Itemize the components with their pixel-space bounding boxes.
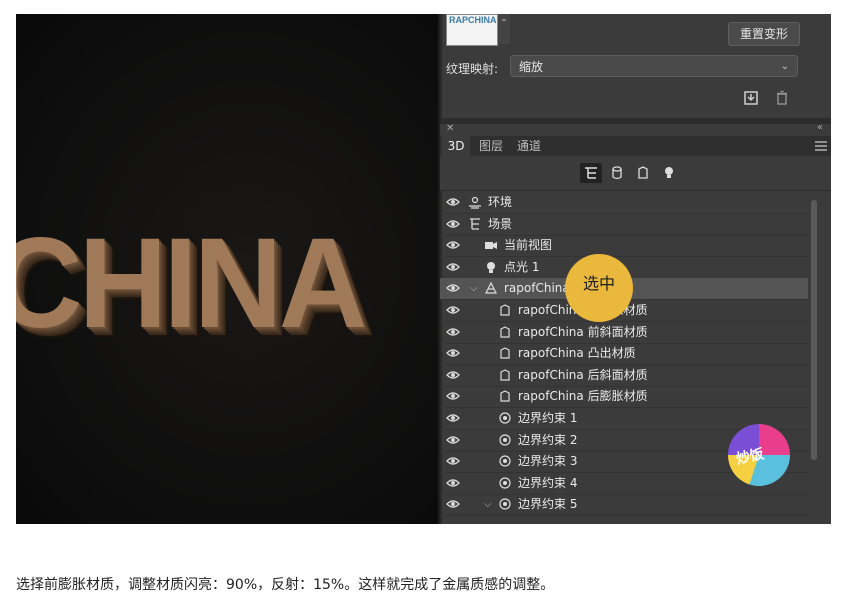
scrollbar[interactable] — [810, 200, 818, 460]
camera-icon — [485, 242, 497, 250]
scrollbar-thumb[interactable] — [811, 200, 817, 460]
visibility-eye-icon[interactable] — [446, 304, 460, 316]
material-icon — [500, 369, 510, 381]
visibility-eye-icon[interactable] — [446, 369, 460, 381]
scene-icon — [470, 217, 480, 230]
tree-row-label: 场景 — [488, 216, 513, 231]
tree-row-label: rapofChina 后斜面材质 — [518, 367, 648, 382]
tree-row-label: 边界约束 2 — [518, 432, 578, 447]
filter-whole-scene-button[interactable] — [580, 163, 602, 183]
light-bulb-icon — [487, 261, 495, 273]
visibility-eye-icon[interactable] — [446, 326, 460, 338]
tree-row[interactable]: rapofChina 前斜面材质 — [440, 322, 808, 344]
screenshot: CHINA RAPCHINA ⌄ 重置变形 纹理映射: 缩放 ⌄ ✕ « 3D … — [16, 14, 831, 524]
mesh-filter-icon — [612, 166, 622, 180]
expand-chevron-icon[interactable]: ⌵ — [470, 278, 478, 299]
tab-layers[interactable]: 图层 — [474, 136, 508, 156]
tree-row-label: 边界约束 1 — [518, 411, 578, 425]
visibility-eye-icon[interactable] — [446, 282, 460, 294]
material-icon — [500, 390, 510, 402]
tree-row-label: 边界约束 4 — [518, 475, 578, 490]
material-icon — [500, 347, 510, 359]
tree-row[interactable]: 环境 — [440, 192, 808, 214]
visibility-eye-icon[interactable] — [446, 347, 460, 359]
visibility-eye-icon[interactable] — [446, 390, 460, 402]
texture-thumbnail-text: RAPCHINA — [449, 15, 497, 25]
environment-icon — [469, 196, 481, 209]
light-filter-icon — [665, 167, 673, 178]
material-icon — [500, 325, 510, 338]
texture-mapping-select[interactable]: 缩放 ⌄ — [510, 55, 798, 77]
mesh-icon — [485, 282, 497, 294]
tree-row-label: rapofChina 后膨胀材质 — [518, 389, 648, 404]
constraint-icon — [499, 477, 511, 489]
visibility-eye-icon[interactable] — [446, 261, 460, 273]
expand-chevron-icon[interactable]: ⌵ — [484, 494, 492, 515]
visibility-eye-icon[interactable] — [446, 196, 460, 208]
tree-row[interactable]: 当前视图 — [440, 235, 808, 258]
tab-3d[interactable]: 3D — [442, 136, 470, 156]
material-icon — [500, 304, 510, 316]
filter-materials-button[interactable] — [632, 163, 654, 183]
tree-row-label: 边界约束 5 — [518, 497, 578, 512]
tab-channels[interactable]: 通道 — [512, 136, 546, 156]
texture-thumbnail[interactable]: RAPCHINA — [446, 14, 498, 46]
tree-row[interactable]: ⌵ 边界约束 5 — [440, 494, 808, 517]
tree-row-label: rapofChina 前斜面材质 — [518, 324, 648, 339]
tree-row-label: 当前视图 — [504, 238, 553, 253]
caption-text: 选择前膨胀材质，调整材质闪亮：90%，反射：15%。这样就完成了金属质感的调整。 — [16, 577, 555, 593]
visibility-eye-icon[interactable] — [446, 218, 460, 230]
watermark-logo: 炒饭 — [728, 424, 790, 486]
visibility-eye-icon[interactable] — [446, 412, 460, 424]
material-filter-icon — [638, 166, 648, 179]
texture-mapping-label: 纹理映射: — [446, 62, 499, 76]
visibility-eye-icon[interactable] — [446, 498, 460, 510]
tree-row-label: rapofChina 凸出材质 — [518, 346, 636, 361]
visibility-eye-icon[interactable] — [446, 434, 460, 446]
scene-tree-icon — [585, 167, 597, 179]
constraint-icon — [499, 455, 511, 467]
constraint-icon — [499, 433, 511, 446]
canvas-viewport[interactable]: CHINA — [16, 14, 438, 524]
close-icon[interactable]: ✕ — [446, 123, 454, 134]
filter-meshes-button[interactable] — [606, 163, 628, 183]
panel-header: ✕ « — [440, 122, 831, 136]
constraint-icon — [499, 412, 511, 424]
texture-mapping-value: 缩放 — [519, 60, 544, 74]
panel-menu-icon[interactable] — [815, 141, 827, 151]
tree-row-label: 点光 1 — [504, 259, 540, 274]
selected-callout-badge: 选中 — [565, 254, 633, 322]
tree-row-label: 环境 — [488, 195, 513, 209]
thumbnail-chevron-icon[interactable]: ⌄ — [498, 14, 510, 44]
tree-row[interactable]: rapofChina 后斜面材质 — [440, 365, 808, 387]
chevron-down-icon: ⌄ — [780, 61, 789, 72]
reset-transform-button[interactable]: 重置变形 — [728, 22, 800, 46]
tree-row[interactable]: rapofChina 后膨胀材质 — [440, 386, 808, 409]
visibility-eye-icon[interactable] — [446, 477, 460, 489]
constraint-icon — [499, 498, 511, 510]
panel-tabs: 3D 图层 通道 — [440, 136, 831, 156]
tree-row-label: rapofChina — [504, 281, 570, 296]
visibility-eye-icon[interactable] — [446, 455, 460, 467]
tree-row[interactable]: 场景 — [440, 214, 808, 236]
filter-lights-button[interactable] — [658, 163, 680, 183]
export-icon[interactable] — [743, 90, 759, 106]
visibility-eye-icon[interactable] — [446, 239, 460, 251]
tree-row-label: 边界约束 3 — [518, 454, 578, 469]
collapse-icon[interactable]: « — [817, 122, 823, 133]
filter-bar — [440, 156, 831, 191]
3d-text-china: CHINA — [16, 212, 367, 355]
trash-icon[interactable] — [774, 90, 790, 106]
tree-row[interactable]: rapofChina 凸出材质 — [440, 343, 808, 366]
